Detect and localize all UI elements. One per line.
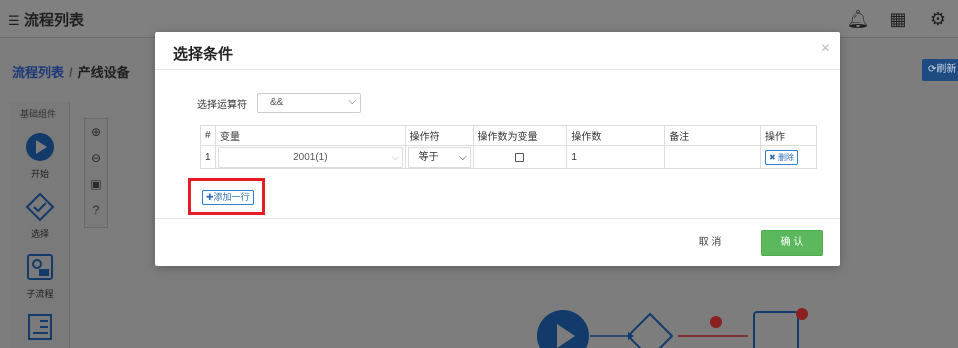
breadcrumb-item-flow-list[interactable]: 流程列表 (12, 65, 64, 80)
flow-canvas (537, 308, 808, 348)
operator-select[interactable]: && ⌵ (257, 93, 361, 113)
column-header: 操作数为变量 (472, 125, 568, 146)
table-row: 1 2001(1) ⌵ 等于 ⌵ 1 ✖ 删除 (200, 145, 817, 169)
operator-cell: 等于 ⌵ (404, 145, 474, 169)
bell-icon[interactable]: 🔔︎ (838, 9, 878, 30)
cancel-button[interactable]: 取 消 (685, 233, 735, 253)
app-title: ☰ 流程列表 (8, 12, 85, 29)
condition-table: # 变量 操作符 操作数为变量 操作数 备注 操作 1 2001(1) ⌵ 等于… (200, 125, 817, 169)
add-row-button[interactable]: ✚添加一行 (202, 190, 254, 205)
palette-item-label: 子流程 (26, 289, 54, 299)
flow-choice-node (626, 312, 674, 348)
confirm-button[interactable]: 确 认 (761, 230, 823, 256)
variable-select[interactable]: 2001(1) ⌵ (217, 146, 403, 168)
palette-item-form[interactable] (10, 312, 70, 347)
form-icon (28, 314, 52, 340)
palette-item-choice[interactable]: 选择 (10, 192, 70, 240)
error-marker-icon (796, 308, 808, 320)
operator-label: 选择运算符 (197, 99, 247, 111)
close-icon[interactable]: × (821, 40, 830, 58)
chevron-down-icon: ⌵ (391, 151, 399, 162)
palette-item-subprocess[interactable]: 子流程 (10, 252, 70, 300)
comparison-operator-select[interactable]: 等于 ⌵ (407, 146, 471, 168)
component-palette: 基础组件 开始 选择 子流程 (10, 102, 70, 348)
zoom-out-icon[interactable]: ⊖ (85, 145, 107, 171)
help-icon[interactable]: ? (85, 197, 107, 223)
breadcrumb: 流程列表 / 产线设备 (12, 65, 130, 80)
plus-icon: ✚ (206, 192, 214, 202)
row-index: 1 (200, 145, 216, 169)
header-icons: 🔔︎ ▦ ⚙ (838, 0, 958, 38)
dialog-footer: 取 消 确 认 (155, 218, 840, 266)
operator-row: 选择运算符 && ⌵ (197, 93, 361, 113)
palette-title: 基础组件 (20, 109, 57, 119)
operand-input[interactable]: 1 (571, 152, 577, 163)
select-condition-dialog: 选择条件 × 选择运算符 && ⌵ # 变量 操作符 操作数为变量 操作数 备注… (155, 32, 840, 266)
play-circle-icon (26, 133, 54, 161)
column-header: 操作 (760, 125, 817, 146)
zoom-toolbar: ⊕ ⊖ ▣ ? (84, 118, 108, 228)
variable-cell: 2001(1) ⌵ (214, 145, 406, 169)
palette-item-label: 开始 (30, 169, 49, 179)
column-header: 变量 (214, 125, 406, 146)
column-header: 操作数 (566, 125, 666, 146)
close-icon: ✖ (769, 152, 776, 162)
operand-is-variable-cell (472, 145, 568, 169)
breadcrumb-item-current: 产线设备 (77, 65, 130, 80)
flow-subprocess-node (753, 311, 799, 348)
zoom-in-icon[interactable]: ⊕ (85, 119, 107, 145)
operand-is-variable-checkbox[interactable] (515, 152, 525, 162)
chevron-down-icon: ⌵ (348, 96, 356, 107)
palette-item-label: 选择 (30, 229, 49, 239)
action-cell: ✖ 删除 (760, 145, 817, 169)
column-header: 备注 (664, 125, 762, 146)
choice-diamond-icon (25, 192, 55, 222)
remark-cell[interactable] (664, 145, 762, 169)
palette-item-start[interactable]: 开始 (10, 132, 70, 180)
apps-grid-icon[interactable]: ▦ (878, 9, 918, 30)
dialog-title: 选择条件 (173, 46, 234, 63)
subprocess-icon (27, 254, 53, 280)
fit-screen-icon[interactable]: ▣ (85, 171, 107, 197)
table-header-row: # 变量 操作符 操作数为变量 操作数 备注 操作 (200, 125, 817, 146)
dialog-header: 选择条件 × (155, 32, 840, 70)
menu-icon[interactable]: ☰ (8, 13, 20, 29)
error-marker-icon (710, 316, 722, 328)
column-header: # (200, 125, 216, 146)
refresh-button[interactable]: ⟳刷新 (922, 59, 958, 81)
column-header: 操作符 (404, 125, 474, 146)
chevron-down-icon: ⌵ (458, 151, 467, 163)
delete-row-button[interactable]: ✖ 删除 (765, 149, 798, 165)
operand-cell[interactable]: 1 (566, 145, 666, 169)
api-icon[interactable]: ⚙ (918, 9, 958, 30)
